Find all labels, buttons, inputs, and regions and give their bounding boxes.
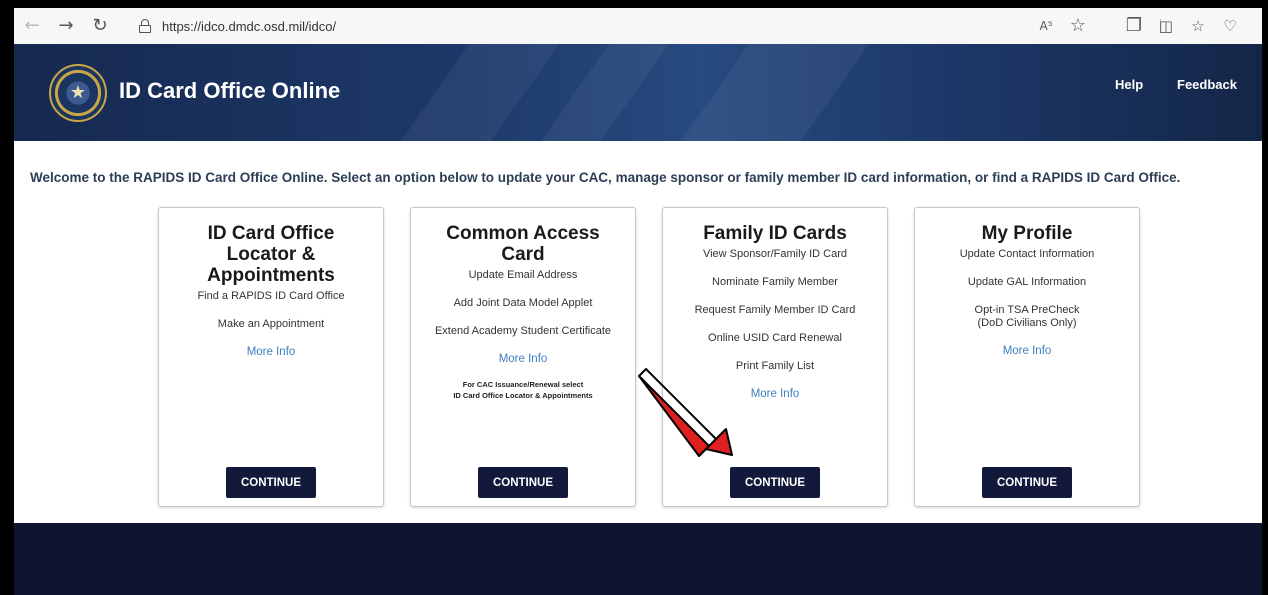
continue-button[interactable]: CONTINUE <box>478 467 568 498</box>
browser-window: ← → ↻ https://idco.dmdc.osd.mil/idco/ A⁵… <box>14 8 1262 595</box>
cac-issuance-note: For CAC Issuance/Renewal select ID Card … <box>453 380 593 400</box>
read-aloud-icon[interactable]: A⁵ <box>1034 14 1058 38</box>
site-footer <box>14 523 1262 595</box>
health-icon[interactable]: ♡ <box>1218 14 1242 38</box>
find-office-link[interactable]: Find a RAPIDS ID Card Office <box>159 290 383 303</box>
card-my-profile: My Profile Update Contact Information Up… <box>914 207 1140 507</box>
back-arrow-icon[interactable]: ← <box>20 14 44 38</box>
more-info-link[interactable]: More Info <box>663 388 887 400</box>
extensions-icon[interactable]: ❐ <box>1122 14 1146 38</box>
more-info-link[interactable]: More Info <box>159 346 383 358</box>
card-family-id-cards: Family ID Cards View Sponsor/Family ID C… <box>662 207 888 507</box>
card-title: ID Card Office Locator & Appointments <box>207 223 335 286</box>
add-joint-data-model-link[interactable]: Add Joint Data Model Applet <box>411 297 635 310</box>
print-family-list-link[interactable]: Print Family List <box>663 360 887 373</box>
browser-toolbar: ← → ↻ https://idco.dmdc.osd.mil/idco/ A⁵… <box>14 8 1262 44</box>
card-title: My Profile <box>981 223 1073 244</box>
extend-academy-certificate-link[interactable]: Extend Academy Student Certificate <box>411 325 635 338</box>
favorite-star-icon[interactable]: ☆ <box>1066 14 1090 38</box>
more-info-link[interactable]: More Info <box>411 353 635 365</box>
update-contact-link[interactable]: Update Contact Information <box>915 248 1139 261</box>
usid-renewal-link[interactable]: Online USID Card Renewal <box>663 332 887 345</box>
tsa-precheck-link[interactable]: Opt-in TSA PreCheck (DoD Civilians Only) <box>915 304 1139 330</box>
address-bar[interactable]: https://idco.dmdc.osd.mil/idco/ <box>138 14 1018 38</box>
card-common-access-card: Common Access Card Update Email Address … <box>410 207 636 507</box>
update-email-link[interactable]: Update Email Address <box>411 269 635 282</box>
url-text[interactable]: https://idco.dmdc.osd.mil/idco/ <box>162 19 336 34</box>
split-screen-icon[interactable]: ◫ <box>1154 14 1178 38</box>
request-family-card-link[interactable]: Request Family Member ID Card <box>663 304 887 317</box>
make-appointment-link[interactable]: Make an Appointment <box>159 318 383 331</box>
update-gal-link[interactable]: Update GAL Information <box>915 276 1139 289</box>
refresh-icon[interactable]: ↻ <box>88 14 112 38</box>
lock-icon <box>138 19 152 33</box>
continue-button[interactable]: CONTINUE <box>982 467 1072 498</box>
site-header: ★ ID Card Office Online Help Feedback <box>14 44 1262 141</box>
card-id-card-office-locator: ID Card Office Locator & Appointments Fi… <box>158 207 384 507</box>
card-title: Family ID Cards <box>703 223 847 244</box>
welcome-message: Welcome to the RAPIDS ID Card Office Onl… <box>30 170 1181 185</box>
help-link[interactable]: Help <box>1115 77 1143 92</box>
more-info-link[interactable]: More Info <box>915 345 1139 357</box>
feedback-link[interactable]: Feedback <box>1177 77 1237 92</box>
dod-seal-logo: ★ <box>49 64 107 122</box>
main-content: Welcome to the RAPIDS ID Card Office Onl… <box>14 141 1262 523</box>
continue-button[interactable]: CONTINUE <box>730 467 820 498</box>
forward-arrow-icon[interactable]: → <box>54 14 78 38</box>
view-sponsor-card-link[interactable]: View Sponsor/Family ID Card <box>663 248 887 261</box>
site-title: ID Card Office Online <box>119 78 341 103</box>
nominate-family-member-link[interactable]: Nominate Family Member <box>663 276 887 289</box>
favorites-list-icon[interactable]: ☆ <box>1186 14 1210 38</box>
card-title: Common Access Card <box>446 223 600 265</box>
continue-button[interactable]: CONTINUE <box>226 467 316 498</box>
eagle-icon: ★ <box>69 82 87 103</box>
